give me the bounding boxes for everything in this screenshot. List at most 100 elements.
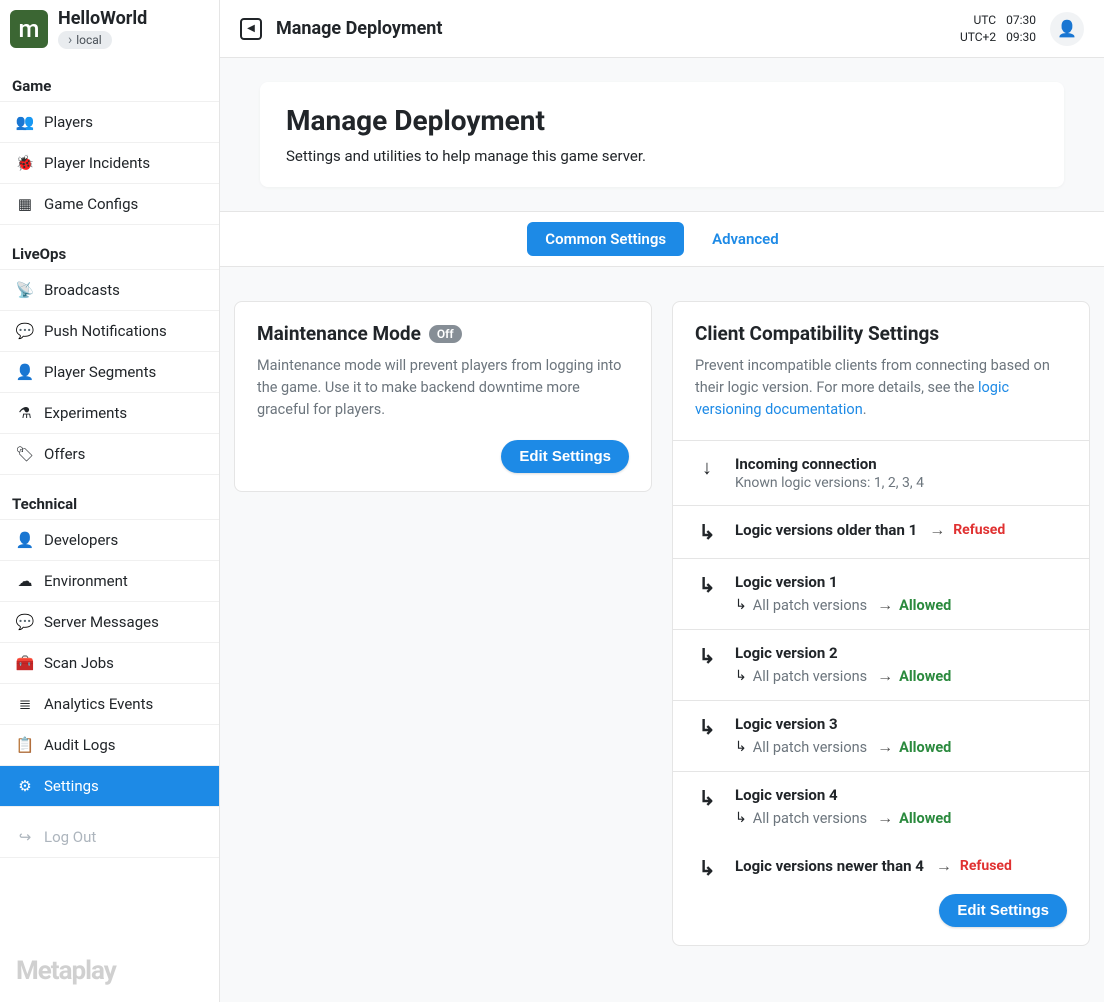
sidebar-item-offers[interactable]: 🏷 Offers (0, 434, 219, 475)
content: Manage Deployment Settings and utilities… (220, 58, 1104, 1002)
maintenance-badge: Off (429, 325, 462, 343)
logic-version-row: ↳Logic version 4↳All patch versions→Allo… (673, 772, 1089, 842)
environment-icon: ☁ (14, 572, 36, 590)
maintenance-title: Maintenance Mode (257, 322, 421, 345)
env-badge[interactable]: local (58, 31, 112, 49)
experiments-icon: ⚗ (14, 404, 36, 422)
main: ◀ Manage Deployment UTC07:30 UTC+209:30 … (220, 0, 1104, 1002)
incoming-connection-row: ↓ Incoming connection Known logic versio… (673, 441, 1089, 506)
topbar: ◀ Manage Deployment UTC07:30 UTC+209:30 … (220, 0, 1104, 58)
arrow-reply-icon: ↳ (695, 715, 719, 739)
sidebar-item-label: Broadcasts (44, 281, 120, 299)
logic-version-row: ↳Logic version 3↳All patch versions→Allo… (673, 701, 1089, 772)
arrow-right-icon: → (877, 808, 893, 828)
sidebar-item-player-incidents[interactable]: 🐞 Player Incidents (0, 143, 219, 184)
broadcasts-icon: 📡 (14, 281, 36, 299)
arrow-right-icon: → (877, 595, 893, 615)
player-segments-icon: 👤 (14, 363, 36, 381)
app-name: HelloWorld (58, 8, 147, 29)
sidebar-item-audit-logs[interactable]: 📋 Audit Logs (0, 725, 219, 766)
sidebar-item-label: Player Segments (44, 363, 156, 381)
audit-logs-icon: 📋 (14, 736, 36, 754)
players-icon: 👥 (14, 113, 36, 131)
status-allowed: Allowed (899, 810, 951, 827)
sidebar-item-analytics-events[interactable]: ≣ Analytics Events (0, 684, 219, 725)
arrow-reply-icon: ↳ (695, 573, 719, 597)
sidebar-item-players[interactable]: 👥 Players (0, 101, 219, 143)
game-configs-icon: ▦ (14, 195, 36, 213)
sidebar-item-push-notifications[interactable]: 💬 Push Notifications (0, 311, 219, 352)
scan-jobs-icon: 🧰 (14, 654, 36, 672)
arrow-reply-icon: ↳ (695, 786, 719, 810)
offers-icon: 🏷 (14, 445, 36, 463)
page-title: Manage Deployment (286, 104, 1038, 137)
status-allowed: Allowed (899, 739, 951, 756)
sidebar-item-label: Push Notifications (44, 322, 167, 340)
sidebar-item-label: Server Messages (44, 613, 159, 631)
arrow-reply-icon: ↳ (735, 810, 747, 826)
sidebar-item-game-configs[interactable]: ▦ Game Configs (0, 184, 219, 225)
arrow-reply-icon: ↳ (735, 597, 747, 613)
logic-version-row: ↳Logic version 2↳All patch versions→Allo… (673, 630, 1089, 701)
maintenance-card: Maintenance Mode Off Maintenance mode wi… (234, 301, 652, 492)
sidebar-logout[interactable]: ↪ Log Out (0, 817, 219, 858)
sidebar-item-developers[interactable]: 👤 Developers (0, 519, 219, 561)
sidebar-item-label: Offers (44, 445, 85, 463)
sidebar-section-title: Game (0, 57, 219, 101)
arrow-right-icon: → (877, 666, 893, 686)
sidebar-item-label: Audit Logs (44, 736, 116, 754)
developers-icon: 👤 (14, 531, 36, 549)
tabs: Common Settings Advanced (220, 212, 1104, 267)
sidebar-item-environment[interactable]: ☁ Environment (0, 561, 219, 602)
page-desc: Settings and utilities to help manage th… (286, 147, 1038, 165)
server-messages-icon: 💬 (14, 613, 36, 631)
arrow-reply-icon: ↳ (735, 739, 747, 755)
sidebar-item-label: Settings (44, 777, 99, 795)
collapse-sidebar-icon[interactable]: ◀ (240, 18, 262, 40)
sidebar-item-settings[interactable]: ⚙ Settings (0, 766, 219, 807)
sidebar-item-label: Player Incidents (44, 154, 150, 172)
logic-version-row: ↳Logic version 1↳All patch versions→Allo… (673, 559, 1089, 630)
compat-list: ↓ Incoming connection Known logic versio… (673, 440, 1089, 894)
status-allowed: Allowed (899, 597, 951, 614)
push-notifications-icon: 💬 (14, 322, 36, 340)
arrow-right-icon: → (929, 520, 945, 540)
app-logo: m (10, 10, 48, 48)
tab-advanced[interactable]: Advanced (694, 222, 797, 256)
status-refused: Refused (953, 522, 1005, 538)
arrow-right-icon: → (936, 856, 952, 876)
maintenance-edit-button[interactable]: Edit Settings (501, 440, 629, 473)
compat-title: Client Compatibility Settings (695, 322, 1067, 345)
sidebar-section-title: Technical (0, 475, 219, 519)
sidebar-item-label: Scan Jobs (44, 654, 114, 672)
sidebar-item-experiments[interactable]: ⚗Experiments (0, 393, 219, 434)
sidebar-item-label: Developers (44, 531, 118, 549)
sidebar-item-label: Analytics Events (44, 695, 153, 713)
sidebar-brand: Metaplay (0, 940, 219, 1002)
sidebar-item-label: Players (44, 113, 93, 131)
sidebar-item-server-messages[interactable]: 💬 Server Messages (0, 602, 219, 643)
tab-common-settings[interactable]: Common Settings (527, 222, 684, 256)
compat-edit-button[interactable]: Edit Settings (939, 894, 1067, 927)
logout-icon: ↪ (14, 828, 36, 846)
arrow-reply-icon: ↳ (695, 520, 719, 544)
sidebar-item-label: Game Configs (44, 195, 138, 213)
settings-icon: ⚙ (14, 777, 36, 795)
player-incidents-icon: 🐞 (14, 154, 36, 172)
sidebar-item-scan-jobs[interactable]: 🧰 Scan Jobs (0, 643, 219, 684)
sidebar-item-player-segments[interactable]: 👤 Player Segments (0, 352, 219, 393)
sidebar-section-title: LiveOps (0, 225, 219, 269)
arrow-reply-icon: ↳ (695, 644, 719, 668)
logout-label: Log Out (44, 828, 96, 846)
sidebar-item-label: Environment (44, 572, 128, 590)
arrow-right-icon: → (877, 737, 893, 757)
hero-card: Manage Deployment Settings and utilities… (260, 82, 1064, 187)
user-avatar[interactable]: 👤 (1050, 12, 1084, 46)
sidebar-item-broadcasts[interactable]: 📡 Broadcasts (0, 269, 219, 311)
arrow-down-icon: ↓ (695, 455, 719, 480)
status-allowed: Allowed (899, 668, 951, 685)
arrow-reply-icon: ↳ (695, 856, 719, 880)
status-refused: Refused (960, 858, 1012, 874)
sidebar-header: m HelloWorld local (0, 0, 219, 57)
analytics-events-icon: ≣ (14, 695, 36, 713)
